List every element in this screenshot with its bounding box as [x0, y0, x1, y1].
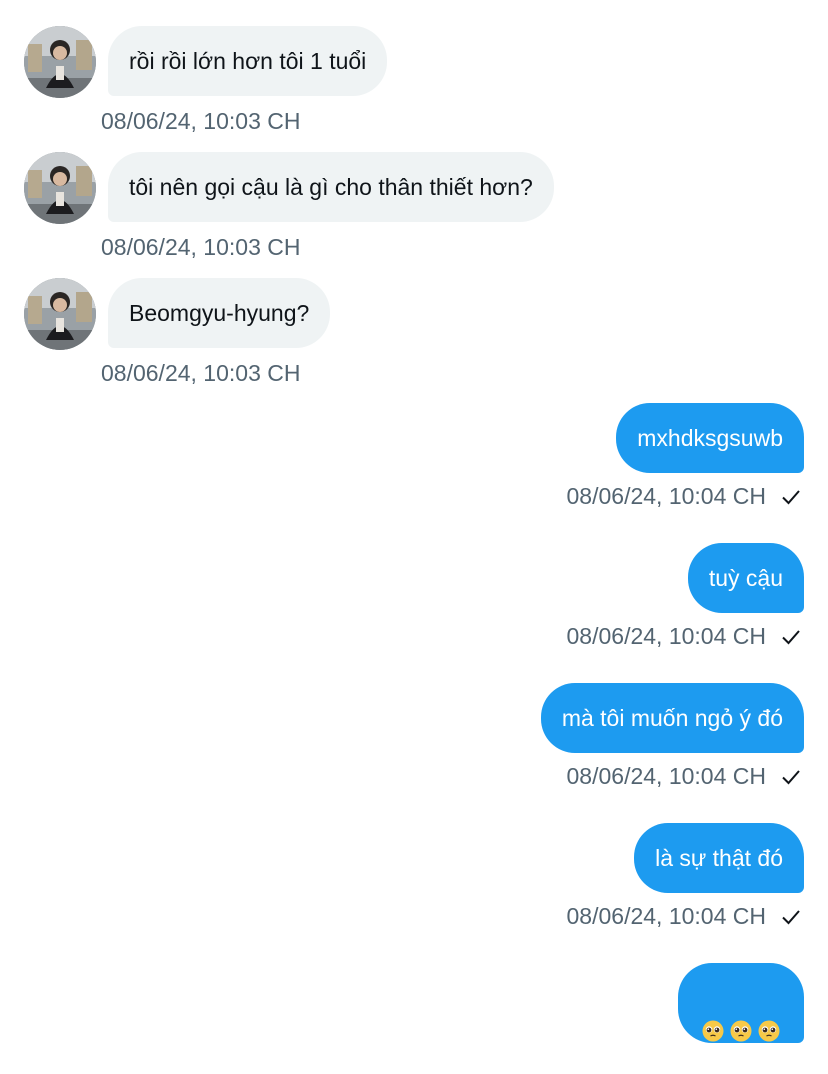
- pleading-face-icon: [758, 994, 780, 1042]
- message-status-row: 08/06/24, 10:04 CH: [567, 621, 802, 651]
- avatar[interactable]: [24, 26, 96, 98]
- avatar[interactable]: [24, 278, 96, 350]
- message-timestamp: 08/06/24, 10:03 CH: [101, 360, 301, 386]
- avatar[interactable]: [24, 152, 96, 224]
- sent-check-icon: [780, 765, 802, 787]
- incoming-bubble[interactable]: rồi rồi lớn hơn tôi 1 tuổi: [108, 26, 388, 96]
- sent-check-icon: [780, 625, 802, 647]
- message-status-row: 08/06/24, 10:04 CH: [567, 901, 802, 931]
- outgoing-bubble[interactable]: mà tôi muốn ngỏ ý đó: [540, 683, 804, 753]
- pleading-face-icon: [730, 994, 752, 1042]
- outgoing-bubble[interactable]: là sự thật đó: [634, 823, 804, 893]
- message-timestamp: 08/06/24, 10:04 CH: [566, 763, 766, 789]
- message-status-row: 08/06/24, 10:04 CH: [567, 761, 802, 791]
- message-timestamp: 08/06/24, 10:04 CH: [566, 483, 766, 509]
- message-status-row: 08/06/24, 10:04 CH: [567, 481, 802, 511]
- outgoing-bubble[interactable]: mxhdksgsuwb: [616, 403, 804, 473]
- message-thread: rồi rồi lớn hơn tôi 1 tuổi 08/06/24, 10:…: [0, 0, 828, 1050]
- message-timestamp: 08/06/24, 10:04 CH: [566, 623, 766, 649]
- message-timestamp: 08/06/24, 10:03 CH: [101, 108, 301, 134]
- sent-check-icon: [780, 485, 802, 507]
- sent-check-icon: [780, 905, 802, 927]
- incoming-bubble[interactable]: Beomgyu-hyung?: [108, 278, 331, 348]
- message-timestamp: 08/06/24, 10:03 CH: [101, 234, 301, 260]
- pleading-face-icon: [702, 994, 724, 1042]
- outgoing-bubble[interactable]: tuỳ cậu: [687, 543, 804, 613]
- message-timestamp: 08/06/24, 10:04 CH: [566, 903, 766, 929]
- outgoing-emoji-bubble[interactable]: [678, 963, 804, 1043]
- incoming-bubble[interactable]: tôi nên gọi cậu là gì cho thân thiết hơn…: [108, 152, 554, 222]
